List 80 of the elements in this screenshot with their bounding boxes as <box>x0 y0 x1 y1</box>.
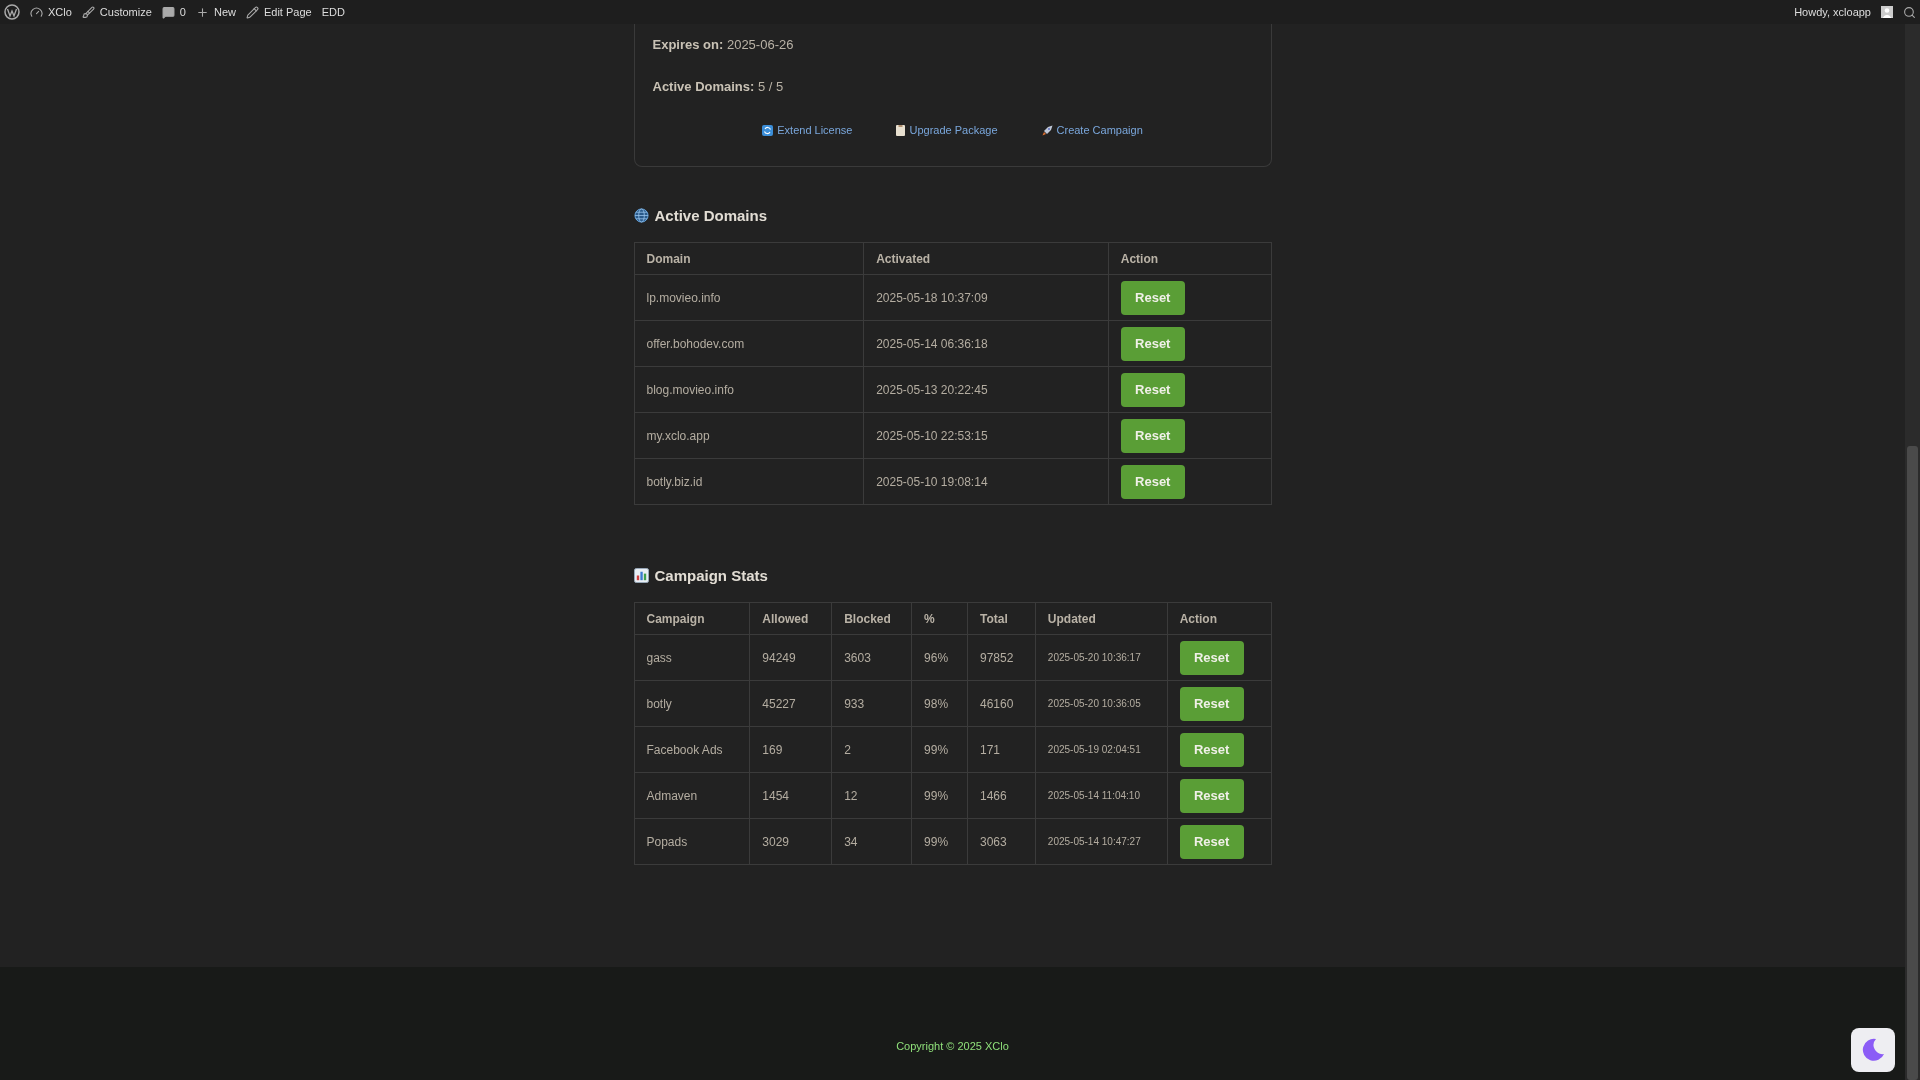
table-cell: 99% <box>911 818 968 865</box>
globe-icon <box>633 208 649 223</box>
table-cell: 3603 <box>831 634 912 681</box>
table-cell: 2025-05-19 02:04:51 <box>1035 726 1168 773</box>
table-cell: 99% <box>911 726 968 773</box>
column-header: Action <box>1167 602 1271 635</box>
column-header: Blocked <box>831 602 912 635</box>
table-cell: 2025-05-18 10:37:09 <box>863 274 1109 321</box>
table-cell: 2025-05-20 10:36:05 <box>1035 680 1168 727</box>
table-cell: 94249 <box>749 634 832 681</box>
brush-icon <box>81 5 95 19</box>
column-header: Campaign <box>634 602 750 635</box>
table-cell: 46160 <box>967 680 1036 727</box>
table-cell: 45227 <box>749 680 832 727</box>
plus-icon <box>195 5 209 19</box>
table-cell: Facebook Ads <box>634 726 750 773</box>
refresh-icon <box>762 124 774 136</box>
table-cell: 169 <box>749 726 832 773</box>
table-cell: botly <box>634 680 750 727</box>
table-cell: 2025-05-10 19:08:14 <box>863 458 1109 505</box>
table-cell: 2025-05-13 20:22:45 <box>863 366 1109 413</box>
admin-bar-link[interactable]: EDD <box>321 6 345 18</box>
table-cell: 34 <box>831 818 912 865</box>
admin-bar-link[interactable]: New <box>195 5 236 19</box>
column-header: Allowed <box>749 602 832 635</box>
admin-bar-link[interactable]: XClo <box>30 5 72 19</box>
column-header: % <box>911 602 968 635</box>
table-cell: 2 <box>831 726 912 773</box>
table-cell: 96% <box>911 634 968 681</box>
table-cell: 99% <box>911 772 968 819</box>
license-detail: Expires on: 2025-06-26 <box>652 36 795 54</box>
table-cell: botly.biz.id <box>634 458 864 505</box>
admin-bar-link[interactable]: Edit Page <box>245 5 312 19</box>
bar-chart-icon <box>633 568 649 583</box>
table-cell: 933 <box>831 680 912 727</box>
action-link[interactable]: Extend License <box>762 124 853 136</box>
wordpress-logo-icon[interactable] <box>4 4 20 20</box>
table-cell: 1454 <box>749 772 832 819</box>
table-cell: Admaven <box>634 772 750 819</box>
table-cell: 2025-05-14 11:04:10 <box>1035 772 1168 819</box>
admin-bar-link[interactable]: 0 <box>161 5 186 19</box>
table-cell: gass <box>634 634 750 681</box>
user-greeting-link[interactable]: Howdy, xcloapp <box>1794 6 1871 18</box>
table-cell: 2025-05-14 06:36:18 <box>863 320 1109 367</box>
column-header: Total <box>967 602 1036 635</box>
action-link[interactable]: Create Campaign <box>1041 124 1143 136</box>
table-cell: 3063 <box>967 818 1036 865</box>
rocket-icon <box>1041 124 1053 136</box>
table-cell: 2025-05-10 22:53:15 <box>863 412 1109 459</box>
search-icon[interactable] <box>1903 5 1916 19</box>
pencil-icon <box>245 5 259 19</box>
comment-icon <box>161 5 175 19</box>
scrollbar-thumb[interactable] <box>1907 446 1918 1080</box>
section-title-text: Active Domains <box>654 207 768 224</box>
table-cell: offer.bohodev.com <box>634 320 864 367</box>
table-cell: 12 <box>831 772 912 819</box>
action-link[interactable]: Upgrade Package <box>896 124 998 136</box>
table-cell: Popads <box>634 818 750 865</box>
column-header: Updated <box>1035 602 1168 635</box>
column-header: Activated <box>863 242 1109 275</box>
column-header: Domain <box>634 242 864 275</box>
table-cell: 2025-05-20 10:36:17 <box>1035 634 1168 681</box>
table-cell: 98% <box>911 680 968 727</box>
table-cell: blog.movieo.info <box>634 366 864 413</box>
section-title-text: Campaign Stats <box>654 567 768 584</box>
dark-mode-toggle[interactable] <box>1851 1028 1895 1072</box>
table-cell: 171 <box>967 726 1036 773</box>
table-cell: 1466 <box>967 772 1036 819</box>
clipboard-icon <box>896 124 906 136</box>
license-detail: Active Domains: 5 / 5 <box>652 78 785 96</box>
table-cell: my.xclo.app <box>634 412 864 459</box>
table-cell: 3029 <box>749 818 832 865</box>
admin-bar-link[interactable]: Customize <box>81 5 152 19</box>
table-cell: 2025-05-14 10:47:27 <box>1035 818 1168 865</box>
column-header: Action <box>1108 242 1271 275</box>
table-cell: lp.movieo.info <box>634 274 864 321</box>
table-cell: 97852 <box>967 634 1036 681</box>
copyright-text: Copyright © 2025 XClo <box>896 1040 1009 1052</box>
moon-icon <box>1860 1037 1886 1063</box>
gauge-icon <box>30 5 43 19</box>
